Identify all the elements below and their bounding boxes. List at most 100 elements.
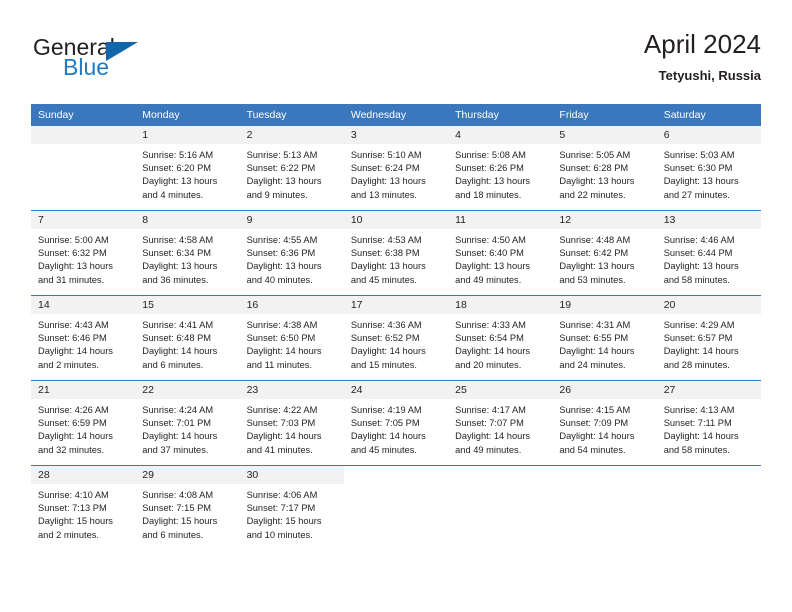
sunset-text: Sunset: 7:07 PM <box>455 418 524 429</box>
calendar-day-cell[interactable]: 26 Sunrise: 4:15 AM Sunset: 7:09 PM Dayligh… <box>552 380 657 466</box>
sunset-text: Sunset: 7:11 PM <box>663 418 732 429</box>
sunset-text: Sunset: 6:32 PM <box>38 248 107 259</box>
calendar-day-cell[interactable]: 1 Sunrise: 5:16 AM Sunset: 6:20 PM Daylight… <box>135 126 240 211</box>
day-details: Sunrise: 4:38 AM Sunset: 6:50 PM Daylight:… <box>240 314 344 372</box>
daylight-text-line2: and 13 minutes. <box>350 189 417 200</box>
calendar-week-row: 21 Sunrise: 4:26 AM Sunset: 6:59 PM Dayligh… <box>31 380 761 466</box>
calendar-day-cell[interactable]: 20 Sunrise: 4:29 AM Sunset: 6:57 PM Dayligh… <box>656 295 761 381</box>
triangle-logo-icon <box>106 42 138 61</box>
calendar-day-cell[interactable]: 12 Sunrise: 4:48 AM Sunset: 6:42 PM Dayligh… <box>552 210 657 296</box>
sunrise-text: Sunrise: 4:24 AM <box>142 405 214 415</box>
calendar-day-cell[interactable]: 8 Sunrise: 4:58 AM Sunset: 6:34 PM Daylight… <box>135 210 240 296</box>
day-details: Sunrise: 4:41 AM Sunset: 6:48 PM Daylight:… <box>135 314 239 372</box>
sunset-text: Sunset: 7:09 PM <box>559 418 629 429</box>
sunset-text: Sunset: 6:30 PM <box>663 163 733 174</box>
sunrise-text: Sunrise: 5:03 AM <box>663 150 735 160</box>
day-number: 26 <box>552 381 657 399</box>
daylight-text-line1: Daylight: 13 hours <box>350 176 426 187</box>
day-number: 28 <box>31 466 136 484</box>
daylight-text-line2: and 15 minutes. <box>350 359 417 370</box>
calendar-day-cell[interactable]: 19 Sunrise: 4:31 AM Sunset: 6:55 PM Dayligh… <box>552 295 657 381</box>
title-block: April 2024 Tetyushi, Russia <box>644 28 761 86</box>
day-number: 17 <box>343 296 449 314</box>
daylight-text-line2: and 22 minutes. <box>559 189 626 200</box>
day-number: 27 <box>656 381 761 399</box>
sunset-text: Sunset: 6:57 PM <box>663 333 733 344</box>
sunset-text: Sunset: 6:42 PM <box>559 248 629 259</box>
calendar-day-cell[interactable]: 16 Sunrise: 4:38 AM Sunset: 6:50 PM Dayligh… <box>239 295 344 381</box>
calendar-day-cell[interactable]: 25 Sunrise: 4:17 AM Sunset: 7:07 PM Dayligh… <box>448 380 553 466</box>
daylight-text-line1: Daylight: 13 hours <box>142 176 218 187</box>
calendar-day-cell[interactable]: 11 Sunrise: 4:50 AM Sunset: 6:40 PM Dayligh… <box>448 210 553 296</box>
day-details: Sunrise: 4:43 AM Sunset: 6:46 PM Daylight:… <box>31 314 135 372</box>
daylight-text-line2: and 24 minutes. <box>559 359 626 370</box>
sunrise-text: Sunrise: 4:58 AM <box>142 235 214 245</box>
calendar-day-cell[interactable]: 4 Sunrise: 5:08 AM Sunset: 6:26 PM Daylight… <box>448 126 553 211</box>
calendar-day-cell[interactable]: 18 Sunrise: 4:33 AM Sunset: 6:54 PM Dayligh… <box>448 295 553 381</box>
daylight-text-line1: Daylight: 14 hours <box>663 431 739 442</box>
calendar-week-row: 7 Sunrise: 5:00 AM Sunset: 6:32 PM Daylight… <box>31 210 761 296</box>
daylight-text-line2: and 37 minutes. <box>142 444 209 455</box>
calendar-day-cell[interactable]: 10 Sunrise: 4:53 AM Sunset: 6:38 PM Dayligh… <box>343 210 449 296</box>
sunset-text: Sunset: 6:22 PM <box>246 163 316 174</box>
calendar-day-cell[interactable]: 27 Sunrise: 4:13 AM Sunset: 7:11 PM Dayligh… <box>656 380 761 466</box>
daylight-text-line1: Daylight: 13 hours <box>350 261 426 272</box>
sunset-text: Sunset: 6:59 PM <box>38 418 107 429</box>
day-number: 9 <box>239 211 344 229</box>
calendar-day-cell[interactable]: 15 Sunrise: 4:41 AM Sunset: 6:48 PM Dayligh… <box>135 295 240 381</box>
day-number <box>31 126 136 144</box>
day-number: 7 <box>31 211 136 229</box>
daylight-text-line2: and 49 minutes. <box>455 274 522 285</box>
calendar-day-cell[interactable]: 24 Sunrise: 4:19 AM Sunset: 7:05 PM Dayligh… <box>343 380 449 466</box>
calendar-day-cell[interactable]: 2 Sunrise: 5:13 AM Sunset: 6:22 PM Daylight… <box>239 126 344 211</box>
daylight-text-line1: Daylight: 13 hours <box>38 261 113 272</box>
calendar-day-cell[interactable]: 30 Sunrise: 4:06 AM Sunset: 7:17 PM Dayligh… <box>239 465 344 550</box>
sunset-text: Sunset: 6:24 PM <box>350 163 420 174</box>
calendar-day-cell[interactable]: 23 Sunrise: 4:22 AM Sunset: 7:03 PM Dayligh… <box>239 380 344 466</box>
calendar-week-row: 28 Sunrise: 4:10 AM Sunset: 7:13 PM Dayligh… <box>31 465 761 550</box>
page-header: General Blue April 2024 Tetyushi, Russia <box>31 28 761 98</box>
sunrise-text: Sunrise: 5:00 AM <box>38 235 109 245</box>
calendar-day-cell[interactable]: 7 Sunrise: 5:00 AM Sunset: 6:32 PM Daylight… <box>31 210 136 296</box>
sunrise-text: Sunrise: 5:13 AM <box>246 150 318 160</box>
daylight-text-line1: Daylight: 13 hours <box>246 176 322 187</box>
calendar-day-cell[interactable]: 17 Sunrise: 4:36 AM Sunset: 6:52 PM Dayligh… <box>343 295 449 381</box>
calendar-day-cell[interactable]: 9 Sunrise: 4:55 AM Sunset: 6:36 PM Daylight… <box>239 210 344 296</box>
calendar-day-cell[interactable]: 22 Sunrise: 4:24 AM Sunset: 7:01 PM Dayligh… <box>135 380 240 466</box>
day-details: Sunrise: 5:05 AM Sunset: 6:28 PM Daylight:… <box>552 144 656 202</box>
day-number: 4 <box>448 126 553 144</box>
day-details: Sunrise: 4:22 AM Sunset: 7:03 PM Daylight:… <box>240 399 344 457</box>
calendar-day-cell[interactable]: 6 Sunrise: 5:03 AM Sunset: 6:30 PM Daylight… <box>656 126 761 211</box>
calendar-day-cell[interactable]: 28 Sunrise: 4:10 AM Sunset: 7:13 PM Dayligh… <box>31 465 136 550</box>
day-details: Sunrise: 4:24 AM Sunset: 7:01 PM Daylight:… <box>135 399 239 457</box>
daylight-text-line2: and 10 minutes. <box>246 529 313 540</box>
calendar-day-cell[interactable]: 21 Sunrise: 4:26 AM Sunset: 6:59 PM Dayligh… <box>31 380 136 466</box>
sunrise-text: Sunrise: 4:06 AM <box>246 490 318 500</box>
sunrise-text: Sunrise: 4:33 AM <box>455 320 526 330</box>
day-details: Sunrise: 4:10 AM Sunset: 7:13 PM Daylight:… <box>31 484 135 542</box>
sunrise-text: Sunrise: 4:48 AM <box>559 235 631 245</box>
sunset-text: Sunset: 6:50 PM <box>246 333 316 344</box>
calendar-day-cell[interactable]: 14 Sunrise: 4:43 AM Sunset: 6:46 PM Dayligh… <box>31 295 136 381</box>
calendar-day-cell[interactable]: 5 Sunrise: 5:05 AM Sunset: 6:28 PM Daylight… <box>552 126 657 211</box>
sunset-text: Sunset: 6:52 PM <box>350 333 420 344</box>
sunrise-text: Sunrise: 5:16 AM <box>142 150 214 160</box>
brand-logo[interactable]: General Blue <box>31 34 251 90</box>
calendar-day-cell[interactable] <box>31 126 136 211</box>
calendar-day-cell-blank <box>343 465 449 550</box>
sunrise-text: Sunrise: 4:53 AM <box>350 235 422 245</box>
day-number: 13 <box>656 211 761 229</box>
sunrise-text: Sunrise: 4:55 AM <box>246 235 318 245</box>
day-details: Sunrise: 5:03 AM Sunset: 6:30 PM Daylight:… <box>657 144 761 202</box>
calendar-day-cell[interactable]: 29 Sunrise: 4:08 AM Sunset: 7:15 PM Dayligh… <box>135 465 240 550</box>
daylight-text-line2: and 11 minutes. <box>246 359 313 370</box>
weekday-header-tuesday: Tuesday <box>239 104 344 126</box>
daylight-text-line1: Daylight: 14 hours <box>663 346 739 357</box>
day-details: Sunrise: 4:19 AM Sunset: 7:05 PM Daylight:… <box>344 399 448 457</box>
weekday-header-thursday: Thursday <box>448 104 553 126</box>
calendar-day-cell[interactable]: 3 Sunrise: 5:10 AM Sunset: 6:24 PM Daylight… <box>343 126 449 211</box>
calendar-day-cell[interactable]: 13 Sunrise: 4:46 AM Sunset: 6:44 PM Dayligh… <box>656 210 761 296</box>
daylight-text-line2: and 41 minutes. <box>246 444 313 455</box>
sunset-text: Sunset: 6:44 PM <box>663 248 733 259</box>
day-details: Sunrise: 4:33 AM Sunset: 6:54 PM Daylight:… <box>448 314 552 372</box>
